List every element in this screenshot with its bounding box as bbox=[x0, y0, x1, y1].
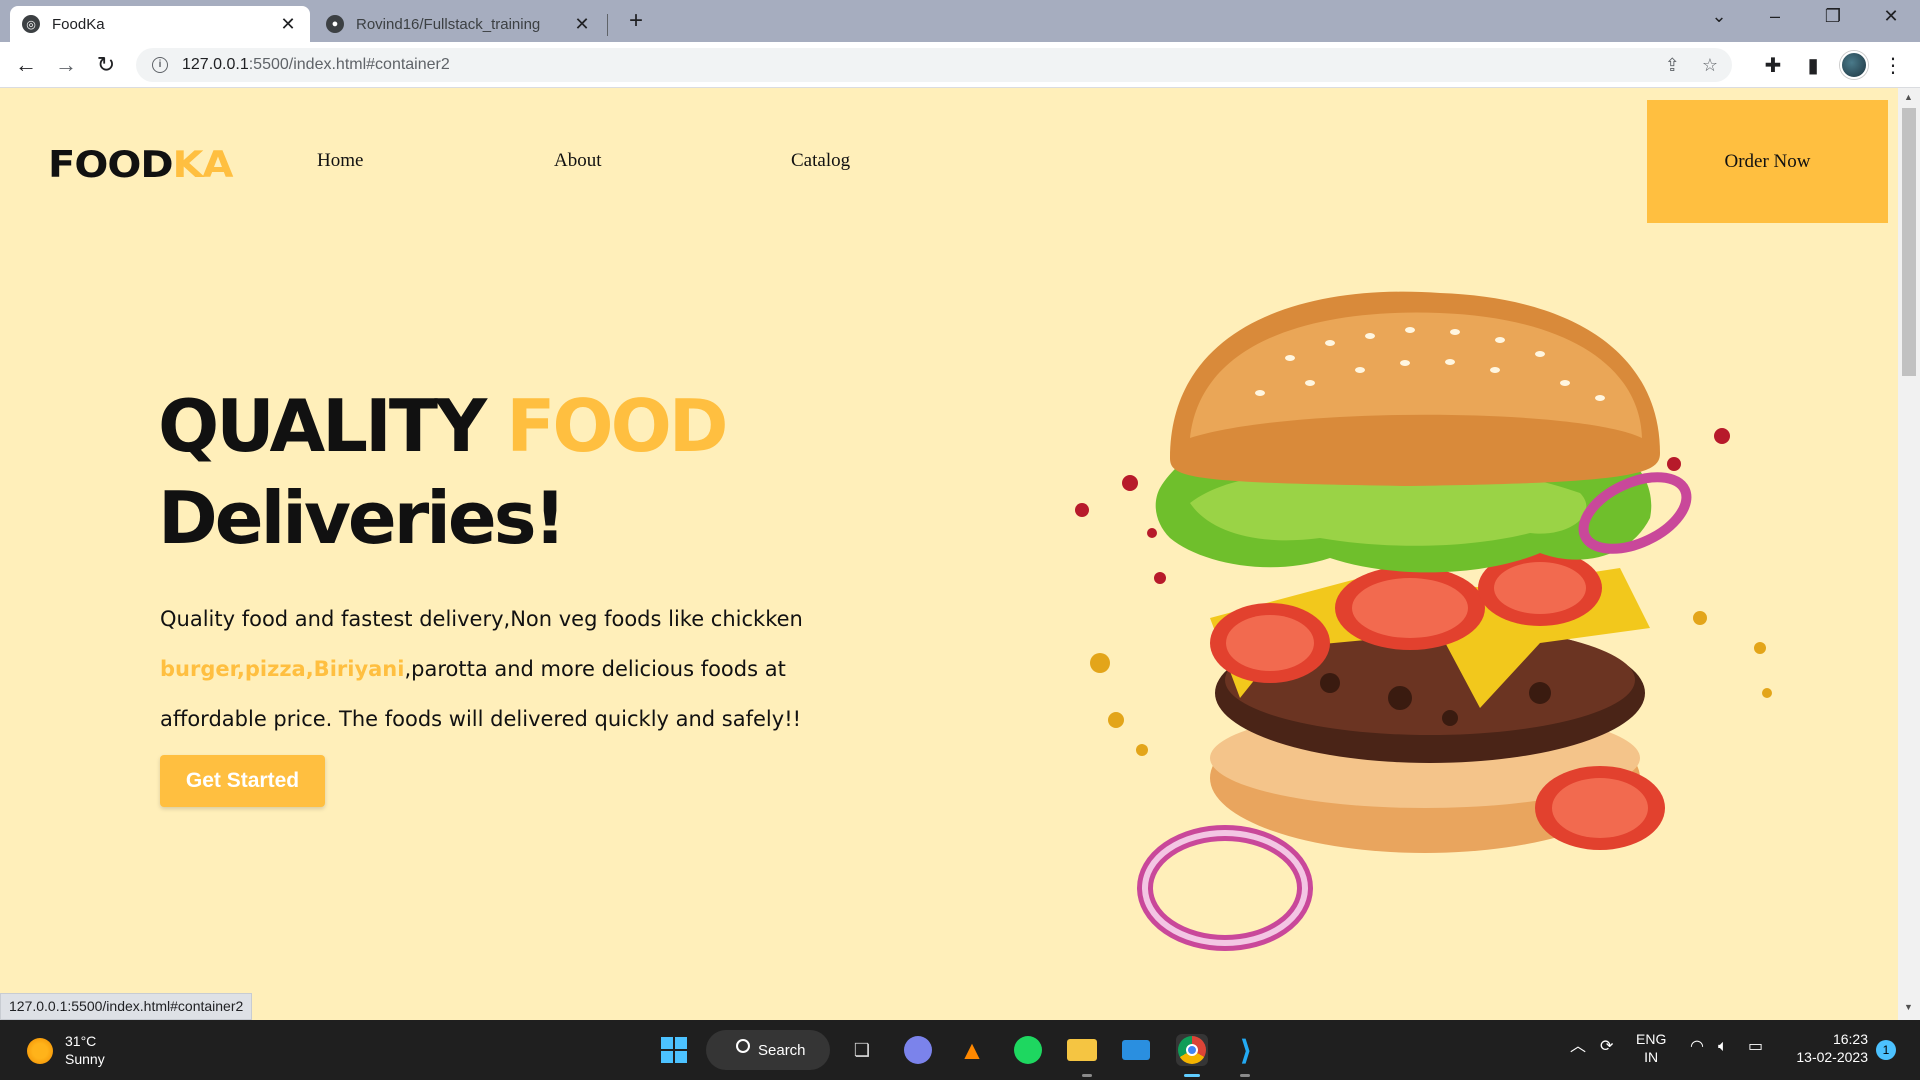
link-status-bar: 127.0.0.1:5500/index.html#container2 bbox=[0, 993, 253, 1020]
spotify-icon[interactable] bbox=[1012, 1034, 1044, 1066]
windows-taskbar: 31°C Sunny Search ❏ ▲ ⟩ ︿ ⟳ ENG IN ◠ 🔈︎ … bbox=[0, 1020, 1920, 1080]
battery-icon[interactable]: ▭ bbox=[1748, 1038, 1763, 1056]
bookmark-star-icon[interactable]: ☆ bbox=[1702, 55, 1718, 76]
nav-about[interactable]: About bbox=[554, 150, 602, 172]
page-scrollbar[interactable]: ▲ ▼ bbox=[1898, 88, 1920, 1020]
hero-text-highlight: burger,pizza,Biriyani bbox=[160, 657, 405, 681]
github-icon: ● bbox=[326, 15, 344, 33]
nav-home[interactable]: Home bbox=[317, 150, 363, 172]
volume-icon[interactable]: 🔈︎ bbox=[1718, 1038, 1728, 1056]
browser-toolbar: ← → ↻ i 127.0.0.1:5500/index.html#contai… bbox=[0, 42, 1920, 88]
lang-top: ENG bbox=[1636, 1031, 1667, 1047]
active-indicator bbox=[1184, 1074, 1200, 1077]
lang-bottom: IN bbox=[1644, 1049, 1659, 1065]
vlc-icon[interactable]: ▲ bbox=[956, 1034, 988, 1066]
task-view-icon[interactable]: ❏ bbox=[846, 1034, 878, 1066]
notification-badge[interactable]: 1 bbox=[1876, 1040, 1896, 1060]
mail-icon[interactable] bbox=[1120, 1034, 1152, 1066]
hero-title-word1: QUALITY bbox=[158, 384, 487, 468]
foodka-logo[interactable]: FOODKA bbox=[48, 144, 233, 186]
logo-main: FOOD bbox=[48, 143, 174, 187]
hero-text-part1: Quality food and fastest delivery,Non ve… bbox=[160, 607, 803, 631]
hero-title-accent: FOOD bbox=[506, 384, 728, 468]
clock-date: 13-02-2023 bbox=[1796, 1049, 1868, 1065]
logo-accent: KA bbox=[172, 143, 234, 187]
restore-button[interactable]: ❐ bbox=[1810, 6, 1856, 27]
address-bar[interactable]: i 127.0.0.1:5500/index.html#container2 ⇪… bbox=[136, 48, 1732, 82]
tab-github[interactable]: ● Rovind16/Fullstack_training ✕ bbox=[314, 6, 604, 42]
globe-icon: ◎ bbox=[22, 15, 40, 33]
site-info-icon[interactable]: i bbox=[152, 57, 168, 73]
get-started-button[interactable]: Get Started bbox=[160, 755, 325, 807]
tab-title: FoodKa bbox=[52, 15, 105, 33]
sun-icon[interactable] bbox=[27, 1038, 53, 1064]
windows-start-icon[interactable] bbox=[658, 1034, 690, 1066]
sync-icon[interactable]: ⟳ bbox=[1600, 1038, 1613, 1056]
close-tab-icon[interactable]: ✕ bbox=[278, 14, 298, 35]
hero-description: Quality food and fastest delivery,Non ve… bbox=[160, 594, 880, 744]
tab-foodka[interactable]: ◎ FoodKa ✕ bbox=[10, 6, 310, 42]
search-label: Search bbox=[758, 1041, 806, 1059]
close-tab-icon[interactable]: ✕ bbox=[572, 14, 592, 35]
browser-tab-strip: ◎ FoodKa ✕ ● Rovind16/Fullstack_training… bbox=[0, 0, 1920, 42]
chrome-icon[interactable] bbox=[1176, 1034, 1208, 1066]
forward-icon[interactable]: → bbox=[52, 51, 80, 79]
nav-catalog[interactable]: Catalog bbox=[791, 150, 850, 172]
scroll-up-arrow-icon[interactable]: ▲ bbox=[1904, 92, 1913, 102]
scroll-down-arrow-icon[interactable]: ▼ bbox=[1904, 1002, 1913, 1012]
back-icon[interactable]: ← bbox=[12, 51, 40, 79]
clock[interactable]: 16:23 13-02-2023 bbox=[1788, 1030, 1868, 1066]
tab-title: Rovind16/Fullstack_training bbox=[356, 15, 541, 33]
weather-temp: 31°C bbox=[65, 1033, 97, 1049]
side-panel-icon[interactable]: ▮ bbox=[1800, 53, 1826, 78]
windows-logo-icon bbox=[661, 1037, 687, 1063]
new-tab-button[interactable]: + bbox=[622, 8, 650, 36]
running-indicator bbox=[1240, 1074, 1250, 1077]
taskbar-search[interactable]: Search bbox=[706, 1030, 830, 1070]
tab-search-chevron-icon[interactable]: ⌄ bbox=[1696, 6, 1742, 27]
share-icon[interactable]: ⇪ bbox=[1665, 55, 1680, 76]
burger-image bbox=[1075, 291, 1772, 951]
reload-icon[interactable]: ↻ bbox=[92, 51, 120, 79]
extensions-puzzle-icon[interactable]: ✚ bbox=[1760, 53, 1786, 78]
scrollbar-thumb[interactable] bbox=[1902, 108, 1916, 376]
order-now-button[interactable]: Order Now bbox=[1647, 100, 1888, 223]
search-icon bbox=[736, 1039, 750, 1053]
webpage: FOODKA Home About Catalog Order Now QUAL… bbox=[0, 88, 1898, 1020]
hero-title-line2: Deliveries! bbox=[158, 476, 566, 560]
file-explorer-icon[interactable] bbox=[1066, 1034, 1098, 1066]
weather-widget[interactable]: 31°C Sunny bbox=[65, 1032, 105, 1068]
profile-avatar[interactable] bbox=[1840, 51, 1868, 79]
url-host: 127.0.0.1 bbox=[182, 56, 249, 73]
tab-separator bbox=[607, 14, 608, 36]
running-indicator bbox=[1082, 1074, 1092, 1077]
language-indicator[interactable]: ENG IN bbox=[1636, 1030, 1666, 1066]
teams-chat-icon[interactable] bbox=[902, 1034, 934, 1066]
wifi-icon[interactable]: ◠ bbox=[1690, 1038, 1704, 1056]
vscode-icon[interactable]: ⟩ bbox=[1230, 1034, 1262, 1066]
hero-title: QUALITY FOOD Deliveries! bbox=[158, 380, 729, 564]
menu-kebab-icon[interactable]: ⋮ bbox=[1880, 53, 1906, 78]
weather-desc: Sunny bbox=[65, 1051, 105, 1067]
close-window-button[interactable]: ✕ bbox=[1868, 6, 1914, 27]
show-hidden-icons-chevron[interactable]: ︿ bbox=[1570, 1038, 1586, 1056]
clock-time: 16:23 bbox=[1832, 1031, 1868, 1047]
minimize-button[interactable]: – bbox=[1752, 6, 1798, 27]
url-path: :5500/index.html#container2 bbox=[248, 56, 450, 73]
